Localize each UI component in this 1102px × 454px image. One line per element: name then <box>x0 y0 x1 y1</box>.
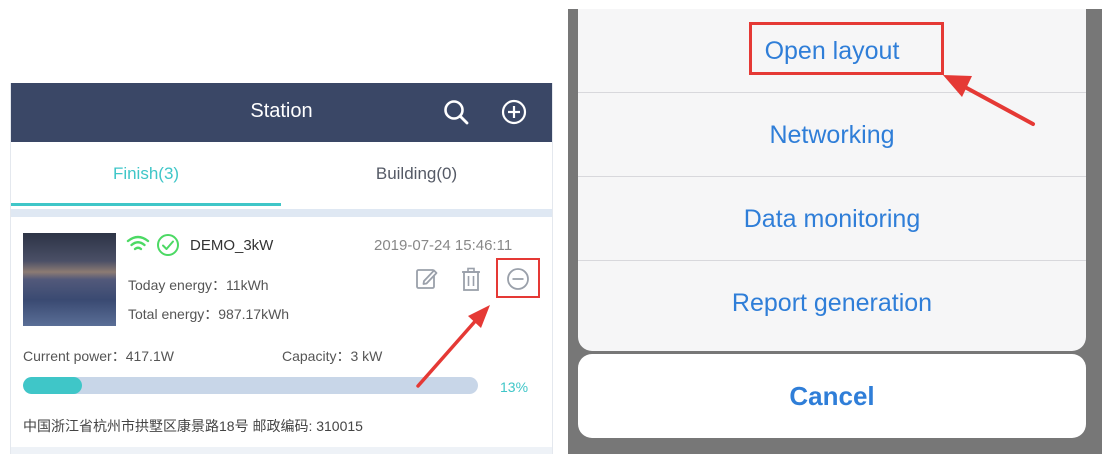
menu-networking[interactable]: Networking <box>578 93 1086 177</box>
progress-fill <box>23 377 83 394</box>
tab-building[interactable]: Building(0) <box>281 142 552 206</box>
current-power: Current power：417.1W <box>23 348 174 364</box>
wifi-icon <box>126 235 150 251</box>
delete-icon[interactable] <box>458 266 484 292</box>
nav-bar: Station <box>11 83 552 142</box>
edit-icon[interactable] <box>414 266 440 292</box>
active-tab-indicator <box>11 203 281 206</box>
tab-bar: Finish(3) Building(0) <box>11 142 552 206</box>
station-thumbnail[interactable] <box>23 233 116 326</box>
bottom-divider <box>11 447 552 454</box>
check-circle-icon <box>157 234 179 256</box>
station-name[interactable]: DEMO_3kW <box>190 237 273 254</box>
add-circle-icon[interactable] <box>499 97 529 127</box>
cancel-button[interactable]: Cancel <box>578 354 1086 438</box>
menu-data-monitoring[interactable]: Data monitoring <box>578 177 1086 261</box>
progress-percent: 13% <box>500 379 529 395</box>
station-address: 中国浙江省杭州市拱墅区康景路18号 邮政编码: 310015 <box>23 418 363 434</box>
today-energy: Today energy：11kWh <box>128 277 269 293</box>
menu-report-generation[interactable]: Report generation <box>578 261 1086 345</box>
capacity: Capacity：3 kW <box>282 348 383 364</box>
station-timestamp: 2019-07-24 15:46:11 <box>374 237 513 254</box>
section-divider <box>11 209 552 217</box>
station-list-screen: Station Finish(3) Building(0) DEMO_3kW 2… <box>10 83 553 454</box>
action-sheet: Open layout Networking Data monitoring R… <box>578 9 1086 351</box>
remove-circle-icon[interactable] <box>505 266 531 292</box>
search-icon[interactable] <box>441 97 471 127</box>
highlight-box-open-layout <box>749 22 944 75</box>
tab-finish[interactable]: Finish(3) <box>11 142 281 206</box>
total-energy: Total energy：987.17kWh <box>128 306 290 322</box>
action-sheet-screen: Open layout Networking Data monitoring R… <box>568 9 1102 454</box>
progress-bar <box>23 377 478 394</box>
